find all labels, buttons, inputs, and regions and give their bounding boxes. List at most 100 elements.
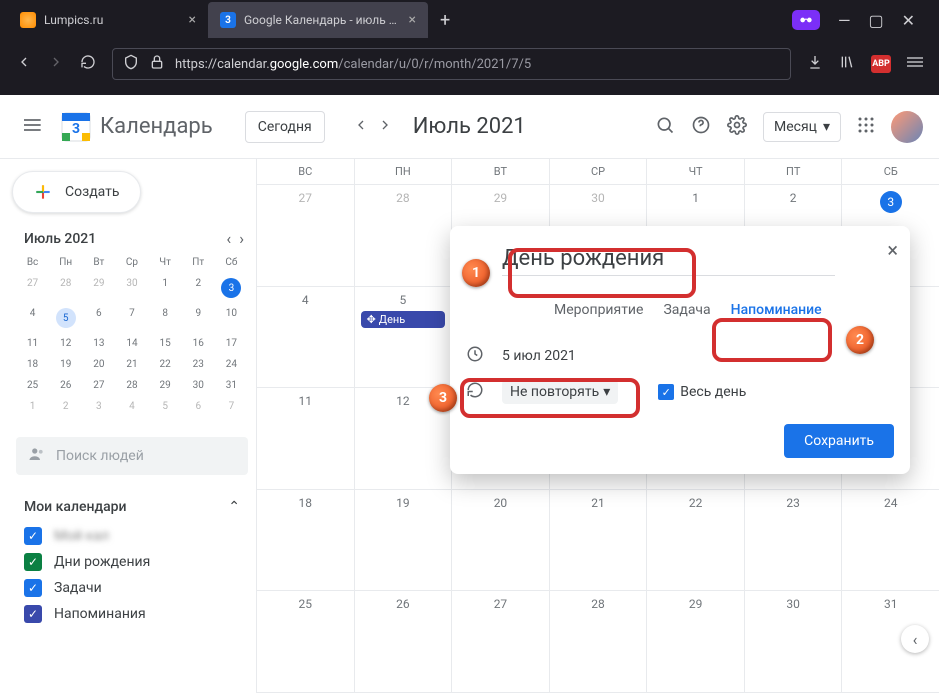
mini-day[interactable]: 19 (49, 354, 82, 375)
tab-gcal[interactable]: 3 Google Календарь - июль 2021 × (208, 2, 428, 38)
mini-day[interactable]: 1 (149, 273, 182, 303)
mini-day[interactable]: 25 (16, 375, 49, 396)
view-picker[interactable]: Месяц ▾ (763, 112, 841, 142)
close-icon[interactable]: × (189, 12, 196, 28)
grid-day-cell[interactable]: 30 (745, 591, 843, 692)
mini-next-icon[interactable]: › (239, 229, 244, 248)
mini-day[interactable]: 27 (16, 273, 49, 303)
popup-close-icon[interactable]: × (887, 238, 898, 262)
new-tab-button[interactable]: + (428, 10, 462, 31)
repeat-select[interactable]: Не повторять ▾ (502, 380, 618, 404)
grid-day-cell[interactable]: 20 (452, 490, 550, 591)
abp-icon[interactable]: ABP (871, 55, 891, 73)
mini-day[interactable]: 30 (115, 273, 148, 303)
mini-prev-icon[interactable]: ‹ (226, 229, 231, 248)
prev-month-icon[interactable] (353, 117, 369, 137)
mini-day[interactable]: 3 (82, 396, 115, 417)
mini-day[interactable]: 24 (215, 354, 248, 375)
grid-day-cell[interactable]: 24 (842, 490, 939, 591)
mini-day[interactable]: 2 (182, 273, 215, 303)
grid-day-cell[interactable]: 25 (257, 591, 355, 692)
mini-day[interactable]: 16 (182, 333, 215, 354)
mini-day[interactable]: 3 (215, 273, 248, 303)
help-icon[interactable] (691, 115, 711, 139)
tab-lumpics[interactable]: Lumpics.ru × (8, 2, 208, 38)
grid-day-cell[interactable]: 23 (745, 490, 843, 591)
calendar-item[interactable]: ✓Дни рождения (16, 549, 248, 575)
reload-icon[interactable] (80, 54, 96, 74)
mini-day[interactable]: 12 (49, 333, 82, 354)
grid-day-cell[interactable]: 4 (257, 287, 355, 388)
mini-day[interactable]: 6 (82, 303, 115, 333)
mini-day[interactable]: 26 (49, 375, 82, 396)
all-day-checkbox[interactable]: ✓ Весь день (658, 384, 746, 400)
mini-day[interactable]: 10 (215, 303, 248, 333)
menu-icon[interactable] (907, 54, 923, 74)
forward-icon[interactable] (48, 54, 64, 74)
grid-day-cell[interactable]: 27 (452, 591, 550, 692)
grid-day-cell[interactable]: 26 (355, 591, 453, 692)
calendar-item[interactable]: ✓Мой кал (16, 523, 248, 549)
mini-day[interactable]: 4 (115, 396, 148, 417)
grid-day-cell[interactable]: 18 (257, 490, 355, 591)
calendar-item[interactable]: ✓Задачи (16, 575, 248, 601)
mini-day[interactable]: 29 (82, 273, 115, 303)
search-icon[interactable] (655, 115, 675, 139)
mini-day[interactable]: 13 (82, 333, 115, 354)
mini-day[interactable]: 17 (215, 333, 248, 354)
mini-day[interactable]: 6 (182, 396, 215, 417)
tab-task[interactable]: Задача (663, 296, 710, 324)
download-icon[interactable] (807, 54, 823, 74)
mini-day[interactable]: 11 (16, 333, 49, 354)
grid-day-cell[interactable]: 19 (355, 490, 453, 591)
search-people-input[interactable]: Поиск людей (16, 437, 248, 475)
date-row[interactable]: 5 июл 2021 (502, 340, 894, 372)
mini-day[interactable]: 31 (215, 375, 248, 396)
back-icon[interactable] (16, 54, 32, 74)
mini-day[interactable]: 20 (82, 354, 115, 375)
maximize-icon[interactable]: ▢ (868, 11, 883, 30)
mini-day[interactable]: 4 (16, 303, 49, 333)
close-window-icon[interactable]: ✕ (902, 11, 915, 30)
settings-icon[interactable] (727, 115, 747, 139)
calendar-item[interactable]: ✓Напоминания (16, 601, 248, 627)
save-button[interactable]: Сохранить (784, 424, 894, 458)
vpn-mask-icon[interactable] (792, 10, 820, 30)
grid-day-cell[interactable]: 29 (647, 591, 745, 692)
logo[interactable]: 3 Календарь (60, 111, 213, 143)
mini-day[interactable]: 23 (182, 354, 215, 375)
apps-grid-icon[interactable] (857, 116, 875, 138)
mini-day[interactable]: 27 (82, 375, 115, 396)
tab-event[interactable]: Мероприятие (554, 296, 643, 324)
create-button[interactable]: Создать (12, 171, 141, 213)
mini-day[interactable]: 7 (115, 303, 148, 333)
avatar[interactable] (891, 111, 923, 143)
grid-day-cell[interactable]: 11 (257, 388, 355, 489)
url-input[interactable]: https://calendar.google.com/calendar/u/0… (112, 48, 791, 80)
grid-day-cell[interactable]: 21 (550, 490, 648, 591)
main-menu-icon[interactable] (16, 107, 52, 147)
grid-day-cell[interactable]: 28 (355, 185, 453, 286)
mini-day[interactable]: 18 (16, 354, 49, 375)
mini-day[interactable]: 22 (149, 354, 182, 375)
mini-day[interactable]: 28 (49, 273, 82, 303)
expand-side-panel-icon[interactable]: ‹ (901, 625, 929, 653)
today-button[interactable]: Сегодня (245, 111, 325, 143)
mini-day[interactable]: 30 (182, 375, 215, 396)
mini-day[interactable]: 21 (115, 354, 148, 375)
grid-day-cell[interactable]: 22 (647, 490, 745, 591)
grid-day-cell[interactable]: 28 (550, 591, 648, 692)
mini-day[interactable]: 8 (149, 303, 182, 333)
mini-day[interactable]: 29 (149, 375, 182, 396)
mini-day[interactable]: 7 (215, 396, 248, 417)
next-month-icon[interactable] (377, 117, 393, 137)
event-title-input[interactable] (502, 242, 835, 276)
mini-day[interactable]: 1 (16, 396, 49, 417)
mini-day[interactable]: 28 (115, 375, 148, 396)
library-icon[interactable] (839, 54, 855, 74)
mini-day[interactable]: 15 (149, 333, 182, 354)
close-icon[interactable]: × (409, 12, 416, 28)
my-calendars-header[interactable]: Мои календари ⌃ (8, 491, 256, 523)
grid-day-cell[interactable]: 27 (257, 185, 355, 286)
tab-reminder[interactable]: Напоминание (731, 296, 822, 324)
